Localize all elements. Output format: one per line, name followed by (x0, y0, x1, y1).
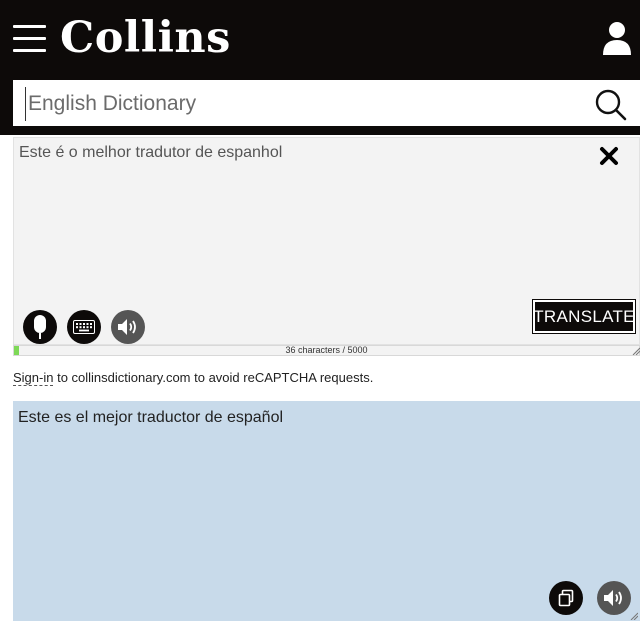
resize-grip-icon[interactable] (632, 347, 640, 355)
signin-link[interactable]: Sign-in (13, 370, 54, 386)
close-icon[interactable] (599, 146, 619, 166)
signin-note: Sign-in to collinsdictionary.com to avoi… (13, 370, 374, 386)
keyboard-button[interactable] (67, 310, 101, 344)
source-text[interactable]: Este é o melhor tradutor de espanhol (19, 143, 579, 163)
hamburger-menu-icon[interactable] (13, 25, 46, 52)
search-input[interactable] (25, 87, 585, 121)
copy-icon (558, 589, 574, 607)
character-counter: 36 characters / 5000 (13, 345, 640, 356)
search-icon[interactable] (593, 88, 627, 122)
result-text[interactable]: Este es el mejor traductor de español (18, 408, 618, 428)
counter-text: 36 characters / 5000 (285, 345, 368, 355)
source-text-area[interactable]: Este é o melhor tradutor de espanhol TRA… (13, 137, 640, 345)
keyboard-icon (73, 320, 95, 334)
user-icon[interactable] (600, 20, 634, 56)
microphone-button[interactable] (23, 310, 57, 344)
translation-result-area[interactable]: Este es el mejor traductor de español (13, 401, 640, 621)
search-bar (0, 78, 640, 135)
resize-grip-icon[interactable] (630, 612, 638, 620)
copy-button[interactable] (549, 581, 583, 615)
microphone-icon (34, 315, 46, 339)
speaker-button[interactable] (111, 310, 145, 344)
site-header: Collins (0, 0, 640, 78)
speaker-icon (118, 319, 136, 335)
result-speaker-button[interactable] (597, 581, 631, 615)
signin-note-text: to collinsdictionary.com to avoid reCAPT… (53, 370, 374, 385)
collins-logo[interactable]: Collins (60, 10, 231, 66)
search-box (13, 80, 640, 126)
speaker-icon (604, 590, 622, 606)
translate-button[interactable]: TRANSLATE (532, 299, 636, 334)
